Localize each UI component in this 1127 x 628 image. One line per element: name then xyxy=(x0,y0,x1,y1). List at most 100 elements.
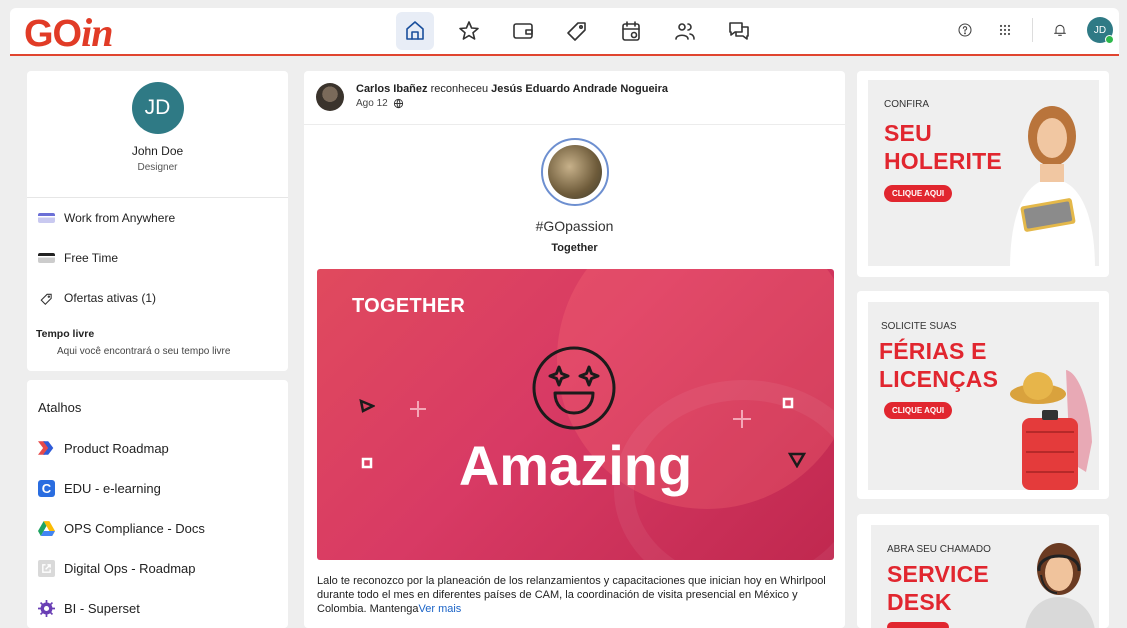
ad-headline-1: SERVICE xyxy=(887,561,989,587)
ad-small-text: SOLICITE SUAS xyxy=(881,321,957,332)
nav-people[interactable] xyxy=(666,12,704,50)
plus-right-icon xyxy=(733,410,751,428)
post-verb: reconheceu xyxy=(430,83,489,95)
nav-offers[interactable] xyxy=(558,12,596,50)
suitcase-hat-icon xyxy=(1010,370,1092,490)
header-tools: JD xyxy=(952,17,1114,44)
external-link-icon xyxy=(38,559,55,577)
wfa-icon xyxy=(38,213,55,223)
star-eyes-emoji-icon xyxy=(532,346,616,430)
nav-home[interactable] xyxy=(396,12,434,50)
chat-icon xyxy=(729,22,749,40)
ad-headline-1: FÉRIAS E xyxy=(879,338,987,364)
globe-icon xyxy=(393,98,403,109)
support-agent-icon xyxy=(1025,543,1095,628)
square-right-icon xyxy=(782,397,794,409)
nav-calendar[interactable] xyxy=(612,12,650,50)
nav-favorites[interactable] xyxy=(450,12,488,50)
shortcut-label: Product Roadmap xyxy=(64,440,169,456)
post-body: Lalo te reconozco por la planeación de l… xyxy=(317,574,834,616)
free-time-section: Tempo livre Aqui você encontrará o seu t… xyxy=(27,318,288,357)
post-text: Lalo te reconozco por la planeación de l… xyxy=(317,575,826,615)
free-time-title: Tempo livre xyxy=(36,328,95,340)
home-icon xyxy=(406,21,424,40)
shortcut-digital-ops[interactable]: Digital Ops - Roadmap xyxy=(27,548,288,588)
recognition-banner: TOGETHER Amazing xyxy=(317,269,834,560)
recognition-post: Carlos Ibañez reconheceu Jesús Eduardo A… xyxy=(304,71,845,628)
notifications-button[interactable] xyxy=(1047,17,1073,43)
menu-label: Free Time xyxy=(64,251,119,265)
help-icon xyxy=(958,23,972,37)
menu-label: Work from Anywhere xyxy=(64,211,176,225)
menu-active-offers[interactable]: Ofertas ativas (1) xyxy=(27,278,288,318)
post-meta: Ago 12 xyxy=(356,98,404,109)
tag-icon xyxy=(567,22,586,41)
shortcut-label: Digital Ops - Roadmap xyxy=(64,560,196,576)
nav-chat[interactable] xyxy=(720,12,758,50)
free-time-icon xyxy=(38,253,55,263)
ad-cta-button[interactable] xyxy=(887,622,949,628)
shortcut-label: BI - Superset xyxy=(64,600,140,616)
plus-left-icon xyxy=(410,401,426,417)
profile-role: Designer xyxy=(137,162,178,173)
author-avatar[interactable] xyxy=(316,83,344,111)
post-date: Ago 12 xyxy=(356,98,388,109)
goin-logo[interactable]: GOin xyxy=(24,13,113,54)
ad-service-desk-banner: ABRA SEU CHAMADO SERVICE DESK xyxy=(871,525,1099,628)
shortcut-bi-superset[interactable]: BI - Superset xyxy=(27,588,288,628)
banner-word: Amazing xyxy=(458,434,693,497)
ad-headline-2: DESK xyxy=(887,589,952,615)
ad-cta-button[interactable]: CLIQUE AQUI xyxy=(884,185,953,202)
ad-cta-button[interactable]: CLIQUE AQUI xyxy=(884,402,953,419)
menu-label: Ofertas ativas (1) xyxy=(64,291,157,305)
nav-wallet[interactable] xyxy=(504,12,542,50)
menu-free-time[interactable]: Free Time xyxy=(27,238,288,278)
people-icon xyxy=(675,23,695,40)
recipient-badge[interactable] xyxy=(541,138,609,206)
post-headline: Carlos Ibañez reconheceu Jesús Eduardo A… xyxy=(356,83,668,95)
ad-ferias[interactable]: SOLICITE SUAS FÉRIAS E LICENÇAS CLIQUE A… xyxy=(857,291,1109,499)
profile-initials: JD xyxy=(144,96,171,119)
google-drive-icon xyxy=(38,520,55,537)
ad-holerite[interactable]: CONFIRA SEU HOLERITE CLIQUE AQUI xyxy=(857,71,1109,277)
ad-ferias-banner: SOLICITE SUAS FÉRIAS E LICENÇAS CLIQUE A… xyxy=(868,302,1099,490)
ad-headline-2: LICENÇAS xyxy=(879,366,999,392)
post-hashtag[interactable]: #GOpassion xyxy=(304,218,845,234)
star-icon xyxy=(459,21,479,40)
calendar-icon xyxy=(622,21,640,41)
user-avatar[interactable]: JD xyxy=(1087,17,1114,44)
ad-headline-1: SEU xyxy=(884,120,932,146)
ad-headline-2: HOLERITE xyxy=(884,148,1002,174)
shortcut-label: OPS Compliance - Docs xyxy=(64,520,205,536)
user-initials: JD xyxy=(1093,24,1107,36)
woman-with-tablet-icon xyxy=(1010,106,1095,266)
profile-avatar[interactable]: JD xyxy=(131,82,184,134)
apps-button[interactable] xyxy=(992,17,1018,43)
read-more-link[interactable]: Ver mais xyxy=(419,603,462,615)
bell-icon xyxy=(1054,24,1066,36)
profile-header: JD John Doe Designer xyxy=(27,82,288,198)
apps-grid-icon xyxy=(999,24,1011,36)
superset-icon xyxy=(38,599,55,617)
profile-card: JD John Doe Designer Work from Anywhere … xyxy=(27,71,288,371)
post-value: Together xyxy=(551,242,598,254)
recipient-photo xyxy=(548,145,602,199)
post-recipient[interactable]: Jesús Eduardo Andrade Nogueira xyxy=(491,83,668,95)
top-header: GOin JD xyxy=(10,8,1119,56)
shortcut-ops-compliance[interactable]: OPS Compliance - Docs xyxy=(27,508,288,548)
shortcut-label: EDU - e-learning xyxy=(64,480,161,496)
shortcut-edu-elearning[interactable]: C EDU - e-learning xyxy=(27,468,288,508)
ad-service-desk[interactable]: ABRA SEU CHAMADO SERVICE DESK xyxy=(857,514,1109,628)
post-author[interactable]: Carlos Ibañez xyxy=(356,83,428,95)
ad-holerite-banner: CONFIRA SEU HOLERITE CLIQUE AQUI xyxy=(868,80,1099,266)
shortcut-product-roadmap[interactable]: Product Roadmap xyxy=(27,428,288,468)
menu-work-from-anywhere[interactable]: Work from Anywhere xyxy=(27,198,288,238)
online-status-dot xyxy=(1105,35,1114,44)
ad-small-text: CONFIRA xyxy=(884,99,929,110)
tag-icon xyxy=(38,292,55,305)
ad-small-text: ABRA SEU CHAMADO xyxy=(887,544,991,555)
profile-name: John Doe xyxy=(131,144,184,158)
shortcuts-title: Atalhos xyxy=(38,400,82,415)
edu-icon: C xyxy=(38,479,55,497)
help-button[interactable] xyxy=(952,17,978,43)
